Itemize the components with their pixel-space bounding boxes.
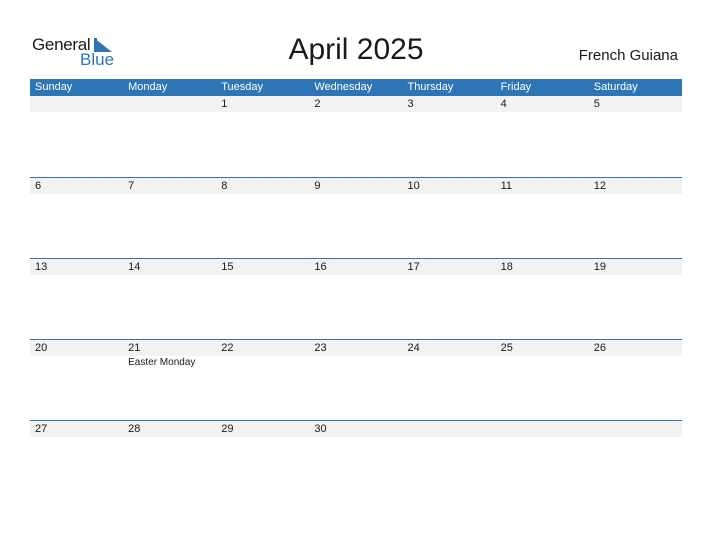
date-strip: 27 28 29 30 — [30, 421, 682, 437]
weekday-saturday: Saturday — [593, 81, 638, 93]
day-number: 17 — [407, 261, 420, 273]
day-number: 10 — [407, 180, 420, 192]
calendar-grid: Sunday Monday Tuesday Wednesday Thursday Frid… — [30, 79, 682, 501]
day-cell: 26 — [589, 340, 682, 356]
day-cell — [30, 96, 123, 112]
day-cell: 18 — [496, 259, 589, 275]
week-row: 6 7 8 9 10 11 12 — [30, 177, 682, 258]
day-cell: 2 — [309, 96, 402, 112]
day-number: 21 — [128, 342, 141, 354]
day-number: 18 — [500, 261, 513, 273]
country-label: French Guiana — [578, 47, 678, 64]
day-cell: 22 — [216, 340, 309, 356]
day-number: 5 — [593, 98, 600, 110]
day-number: 28 — [128, 423, 141, 435]
day-cell: 10 — [403, 178, 496, 194]
week-row: 13 14 15 16 17 18 19 — [30, 258, 682, 339]
day-cell: 28 — [123, 421, 216, 437]
day-number: 3 — [407, 98, 414, 110]
day-cell: 1 — [216, 96, 309, 112]
day-cell: 20 — [30, 340, 123, 356]
day-cell: 13 — [30, 259, 123, 275]
day-cell: 19 — [589, 259, 682, 275]
day-number: 2 — [314, 98, 321, 110]
day-number: 20 — [35, 342, 48, 354]
day-number: 8 — [221, 180, 228, 192]
day-cell — [403, 421, 496, 437]
day-number: 23 — [314, 342, 327, 354]
holiday-label: Easter Monday — [128, 357, 196, 368]
day-number: 11 — [500, 180, 513, 192]
weekday-sunday: Sunday — [35, 81, 73, 93]
weekday-friday: Friday — [500, 81, 532, 93]
week-row: 27 28 29 30 — [30, 420, 682, 501]
day-cell: 30 — [309, 421, 402, 437]
weekday-thursday: Thursday — [407, 81, 454, 93]
day-number: 4 — [500, 98, 507, 110]
weeks-container: 1 2 3 4 5 6 7 8 9 10 11 12 13 14 15 16 17 18 19 20 21 Easter … — [30, 96, 682, 501]
day-number: 22 — [221, 342, 234, 354]
day-number: 24 — [407, 342, 420, 354]
day-cell — [123, 96, 216, 112]
day-cell: 24 — [403, 340, 496, 356]
day-cell: 8 — [216, 178, 309, 194]
day-number: 12 — [593, 180, 606, 192]
weekday-monday: Monday — [128, 81, 168, 93]
day-number: 19 — [593, 261, 606, 273]
day-cell: 3 — [403, 96, 496, 112]
day-number: 30 — [314, 423, 327, 435]
day-number: 7 — [128, 180, 135, 192]
day-cell: 4 — [496, 96, 589, 112]
weekday-wednesday: Wednesday — [314, 81, 373, 93]
day-cell: 11 — [496, 178, 589, 194]
week-row: 20 21 Easter Monday 22 23 24 25 26 — [30, 339, 682, 420]
day-number: 13 — [35, 261, 48, 273]
day-number: 29 — [221, 423, 234, 435]
date-strip: 1 2 3 4 5 — [30, 96, 682, 112]
day-number: 27 — [35, 423, 48, 435]
day-cell: 14 — [123, 259, 216, 275]
day-cell — [496, 421, 589, 437]
day-cell: 16 — [309, 259, 402, 275]
day-cell: 25 — [496, 340, 589, 356]
day-number: 14 — [128, 261, 141, 273]
day-number: 6 — [35, 180, 42, 192]
day-cell: 29 — [216, 421, 309, 437]
day-cell: 7 — [123, 178, 216, 194]
weekday-header: Sunday Monday Tuesday Wednesday Thursday Frid… — [30, 79, 682, 96]
day-cell: 9 — [309, 178, 402, 194]
day-cell: 21 Easter Monday — [123, 340, 216, 368]
day-number: 16 — [314, 261, 327, 273]
day-number: 9 — [314, 180, 321, 192]
day-cell: 23 — [309, 340, 402, 356]
day-cell: 15 — [216, 259, 309, 275]
day-cell: 27 — [30, 421, 123, 437]
date-strip: 20 21 Easter Monday 22 23 24 25 26 — [30, 340, 682, 368]
day-number: 25 — [500, 342, 513, 354]
day-cell: 12 — [589, 178, 682, 194]
day-number: 15 — [221, 261, 234, 273]
day-cell: 6 — [30, 178, 123, 194]
day-cell — [589, 421, 682, 437]
day-number: 26 — [593, 342, 606, 354]
date-strip: 13 14 15 16 17 18 19 — [30, 259, 682, 275]
week-row: 1 2 3 4 5 — [30, 96, 682, 177]
weekday-tuesday: Tuesday — [221, 81, 264, 93]
date-strip: 6 7 8 9 10 11 12 — [30, 178, 682, 194]
day-cell: 17 — [403, 259, 496, 275]
day-cell: 5 — [589, 96, 682, 112]
day-number: 1 — [221, 98, 228, 110]
